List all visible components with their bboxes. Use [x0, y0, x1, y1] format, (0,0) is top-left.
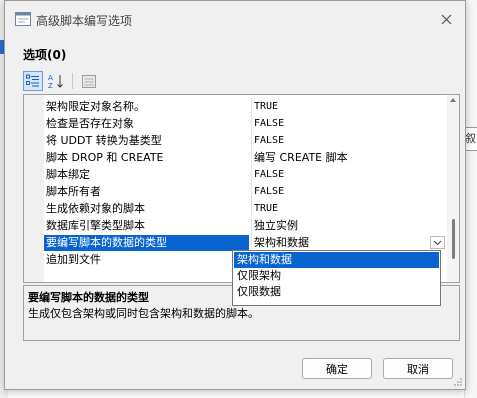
property-pages-button[interactable] — [79, 71, 99, 91]
background-app-text: 叙 — [465, 132, 476, 145]
property-row[interactable]: 检查是否存在对象 FALSE — [44, 115, 449, 132]
svg-text:A: A — [48, 74, 53, 82]
property-value[interactable]: TRUE — [254, 201, 278, 217]
chevron-down-icon — [433, 240, 442, 245]
property-name: 脚本绑定 — [46, 168, 90, 181]
property-row[interactable]: 要编写脚本的数据的类型 架构和数据 — [44, 234, 449, 251]
property-value[interactable]: 架构和数据 — [254, 235, 309, 251]
svg-text:Z: Z — [48, 82, 53, 89]
column-divider — [251, 234, 252, 251]
column-divider — [251, 132, 252, 149]
column-divider — [251, 217, 252, 234]
window-title: 高级脚本编写选项 — [36, 14, 133, 28]
dropdown-toggle-button[interactable] — [430, 236, 445, 249]
cancel-button[interactable]: 取消 — [383, 358, 453, 379]
categorized-icon — [26, 74, 39, 87]
description-title: 要编写脚本的数据的类型 — [28, 291, 149, 304]
property-row[interactable]: 生成依赖对象的脚本 TRUE — [44, 200, 449, 217]
column-divider — [251, 149, 252, 166]
property-value[interactable]: FALSE — [254, 184, 284, 200]
property-row[interactable]: 数据库引擎类型脚本 独立实例 — [44, 217, 449, 234]
property-name: 要编写脚本的数据的类型 — [44, 235, 249, 251]
property-pages-icon — [82, 74, 96, 88]
close-icon — [441, 14, 451, 24]
property-row[interactable]: 将 UDDT 转换为基类型 FALSE — [44, 132, 449, 149]
property-name: 脚本 DROP 和 CREATE — [46, 151, 164, 164]
property-value[interactable]: FALSE — [254, 133, 284, 149]
property-row[interactable]: 脚本所有者 FALSE — [44, 183, 449, 200]
property-grid-toolbar: A Z — [23, 70, 102, 92]
column-divider — [251, 200, 252, 217]
grid-gutter — [24, 95, 44, 282]
ok-button[interactable]: 确定 — [302, 358, 372, 379]
close-button[interactable] — [435, 9, 457, 29]
column-divider — [251, 115, 252, 132]
property-row[interactable]: 脚本 DROP 和 CREATE 编写 CREATE 脚本 — [44, 149, 449, 166]
property-name: 追加到文件 — [46, 253, 101, 266]
property-row[interactable]: 架构限定对象名称。 TRUE — [44, 98, 449, 115]
property-name: 架构限定对象名称。 — [46, 100, 145, 113]
column-divider — [251, 98, 252, 115]
sort-alphabetical-button[interactable]: A Z — [46, 71, 66, 91]
toolbar-separator — [72, 73, 73, 89]
dropdown-option[interactable]: 仅限架构 — [234, 268, 439, 284]
data-type-dropdown-list[interactable]: 架构和数据 仅限架构 仅限数据 — [232, 250, 441, 306]
options-section-label: 选项(0) — [23, 48, 67, 62]
app-icon — [15, 12, 31, 26]
property-name: 将 UDDT 转换为基类型 — [46, 134, 162, 147]
column-divider — [251, 183, 252, 200]
property-value[interactable]: 独立实例 — [254, 218, 298, 234]
sort-alpha-icon: A Z — [48, 74, 63, 89]
property-row[interactable]: 脚本绑定 FALSE — [44, 166, 449, 183]
categorized-button[interactable] — [23, 71, 43, 91]
scroll-thumb[interactable] — [452, 219, 455, 259]
dropdown-option[interactable]: 仅限数据 — [234, 284, 439, 300]
advanced-scripting-options-dialog: 高级脚本编写选项 选项(0) A Z 架构限定对象名称。 TRUE 检查是否存在… — [4, 0, 466, 390]
property-value[interactable]: 编写 CREATE 脚本 — [254, 150, 348, 166]
property-name: 脚本所有者 — [46, 185, 101, 198]
grid-scrollbar[interactable] — [447, 95, 459, 282]
title-bar[interactable]: 高级脚本编写选项 — [5, 1, 465, 37]
property-value[interactable]: TRUE — [254, 99, 278, 115]
property-name: 检查是否存在对象 — [46, 117, 134, 130]
property-name: 生成依赖对象的脚本 — [46, 202, 145, 215]
property-value[interactable]: FALSE — [254, 116, 284, 132]
scroll-up-icon[interactable] — [450, 98, 456, 102]
property-value[interactable]: FALSE — [254, 167, 284, 183]
dropdown-option[interactable]: 架构和数据 — [234, 252, 439, 268]
description-text: 生成仅包含架构或同时包含架构和数据的脚本。 — [28, 307, 259, 320]
property-name: 数据库引擎类型脚本 — [46, 219, 145, 232]
resize-grip-icon[interactable] — [453, 377, 463, 387]
column-divider — [251, 166, 252, 183]
